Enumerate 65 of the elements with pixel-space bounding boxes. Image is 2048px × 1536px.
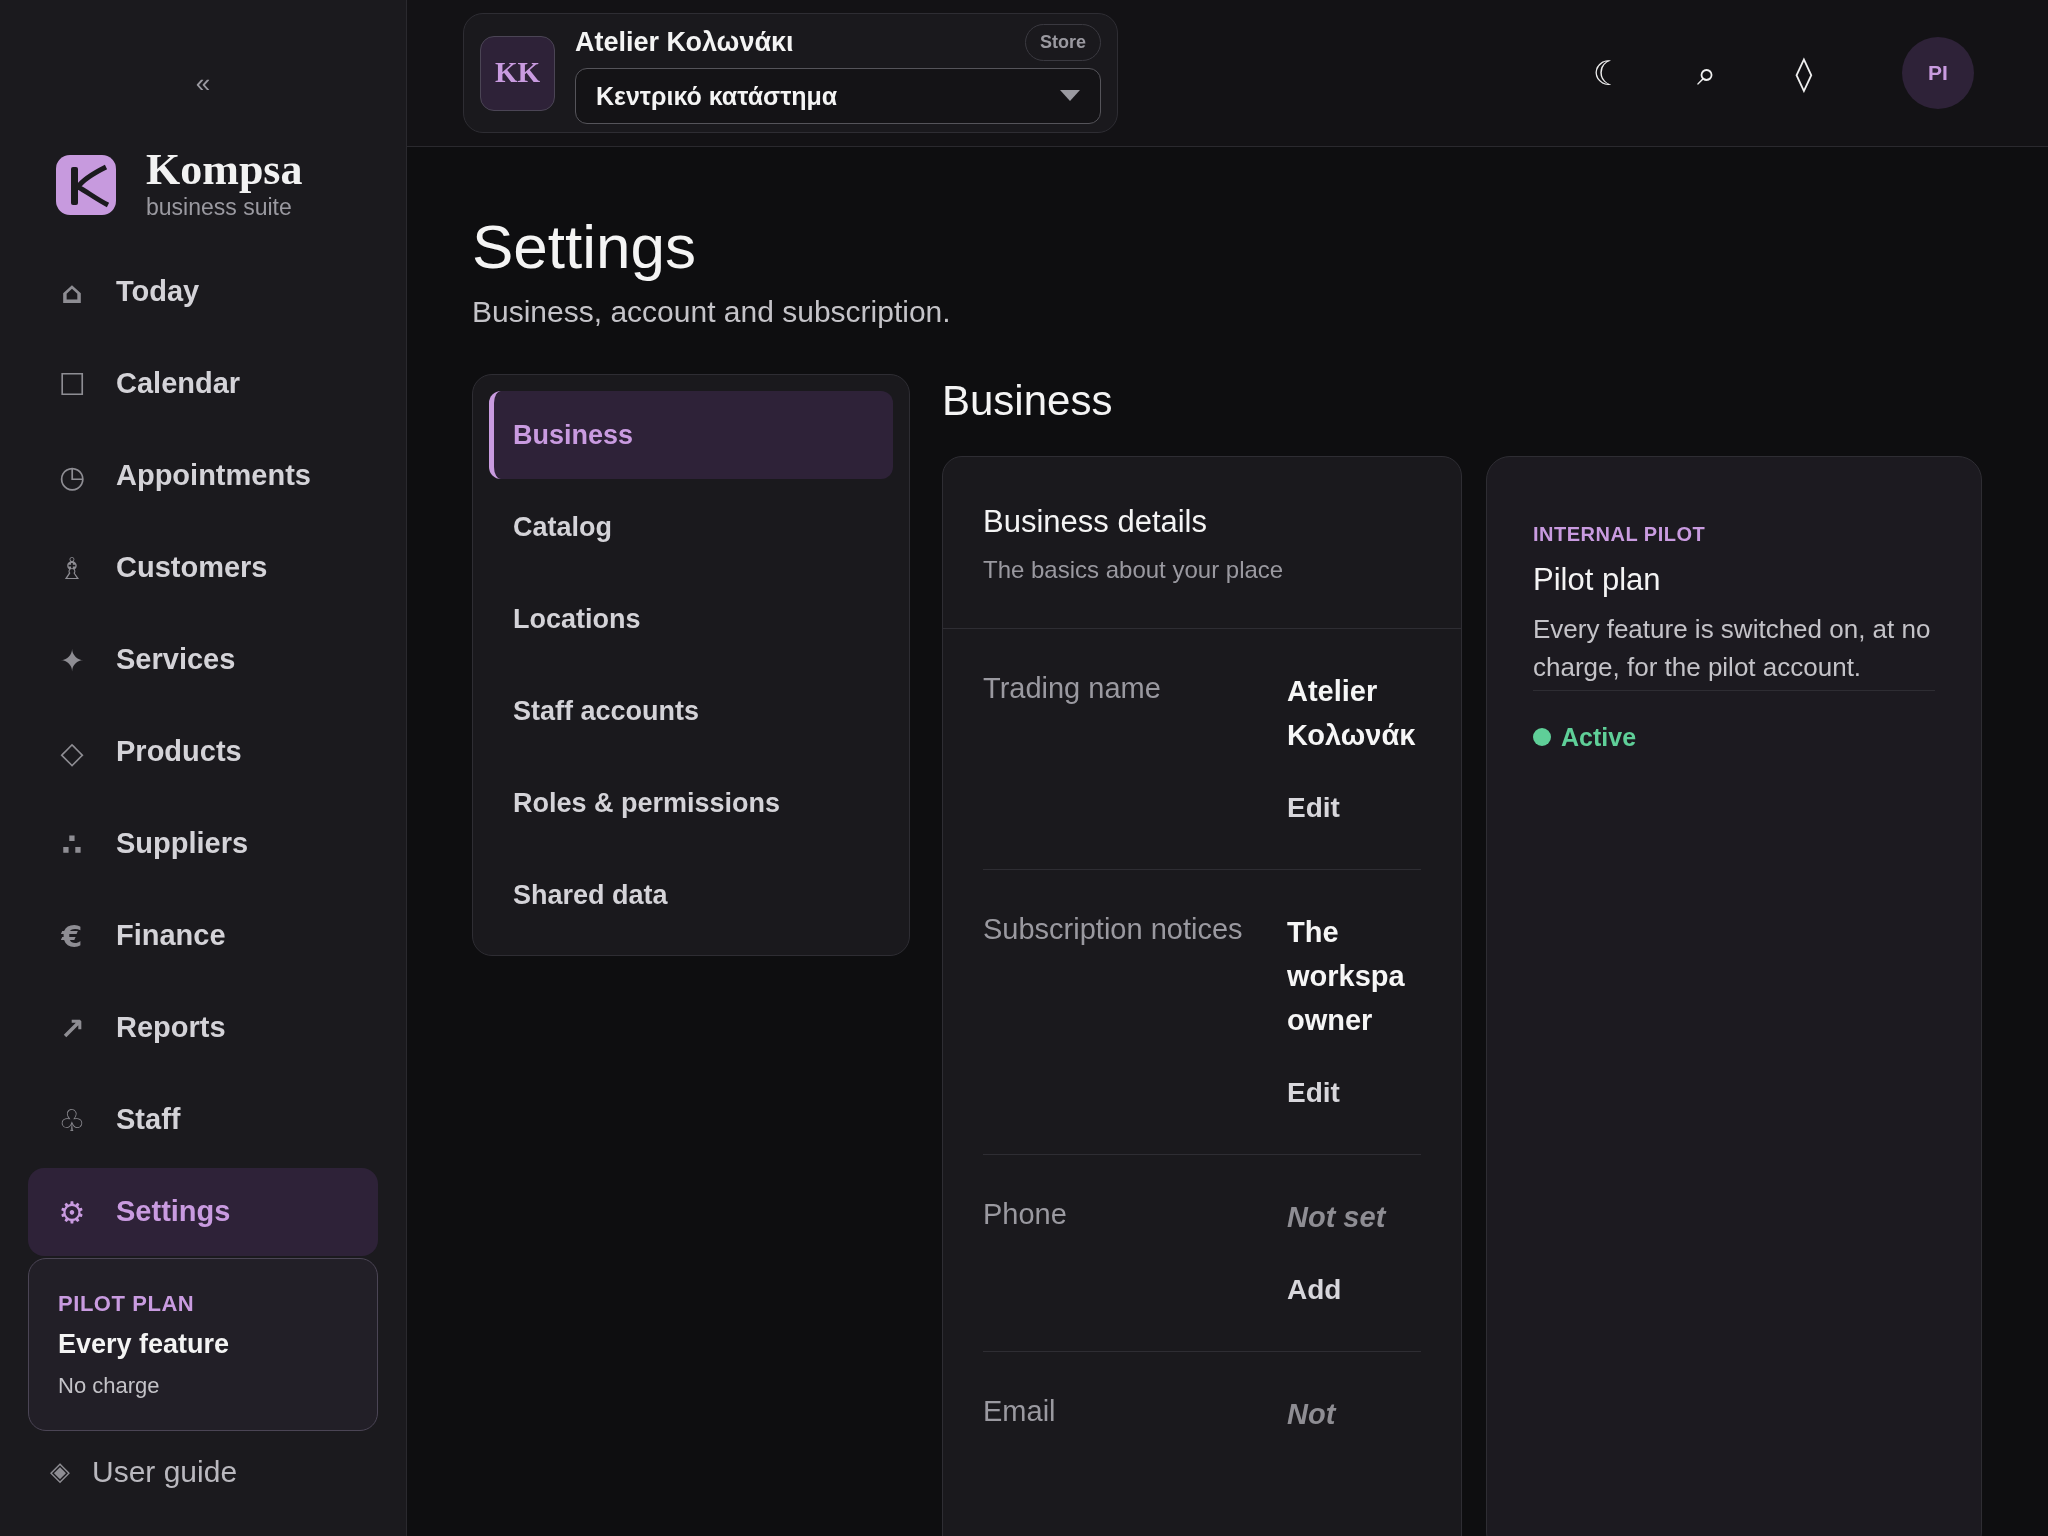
caret-icon <box>1060 90 1080 103</box>
nav-item[interactable]: ◷ Appointments <box>28 432 378 520</box>
field-label: Phone <box>983 1196 1068 1232</box>
nav-icon: ♧ <box>54 1097 90 1143</box>
search-button[interactable]: ⌕ <box>1686 47 1726 99</box>
plan-eyebrow: INTERNAL PILOT <box>1533 522 1707 547</box>
store-name: Atelier Κολωνάκι <box>575 25 794 59</box>
nav-item[interactable]: ♧ Staff <box>28 1076 378 1164</box>
nav-item[interactable]: ✦ Services <box>28 616 378 704</box>
nav-item[interactable]: ⌂ Today <box>28 248 378 336</box>
settings-tab[interactable]: Staff accounts <box>489 667 893 755</box>
section-title: Business <box>942 376 1114 426</box>
nav-icon: ☐ <box>54 361 90 407</box>
settings-tab[interactable]: Locations <box>489 575 893 663</box>
brand-tagline: business suite <box>146 193 293 222</box>
user-guide-link[interactable]: ◈ User guide <box>50 1448 378 1494</box>
plan-title: Pilot plan <box>1533 561 1662 599</box>
settings-tab[interactable]: Roles & permissions <box>489 759 893 847</box>
settings-tab[interactable]: Catalog <box>489 483 893 571</box>
status-label: Active <box>1561 721 1637 753</box>
nav-item[interactable]: ⚙ Settings <box>28 1168 378 1256</box>
plan-description: Every feature is switched on, at no charge, for the pilot account. <box>1533 609 1935 691</box>
nav-icon: ⚙ <box>54 1189 90 1235</box>
nav-icon: ✦ <box>54 637 90 683</box>
diamond-button[interactable]: ◊ <box>1784 47 1824 99</box>
plan-eyebrow: PILOT PLAN <box>58 1290 196 1318</box>
nav-icon: ↗ <box>54 1005 90 1051</box>
field-value: The workspa owner <box>1287 914 1406 1038</box>
card-subtitle: The basics about your place <box>983 554 1285 585</box>
nav-icon: ◇ <box>54 729 90 775</box>
guide-icon: ◈ <box>50 1451 70 1491</box>
page-title: Settings <box>472 211 698 283</box>
edit-button[interactable]: Add <box>1287 1268 1342 1311</box>
field-label: Email <box>983 1393 1057 1429</box>
location-select[interactable]: Κεντρικό κατάστημα <box>575 68 1101 125</box>
nav-item[interactable]: ↗ Reports <box>28 984 378 1072</box>
field-value: Not <box>1287 1396 1338 1432</box>
nav-item[interactable]: ∴ Suppliers <box>28 800 378 888</box>
settings-tab[interactable]: Business <box>489 391 893 479</box>
nav-icon: ⌂ <box>54 269 90 315</box>
nav-item[interactable]: ♗ Customers <box>28 524 378 612</box>
store-avatar: KK <box>480 35 555 111</box>
nav-icon: ♗ <box>54 545 90 591</box>
field-label: Subscription notices <box>983 911 1244 947</box>
nav-item[interactable]: ☐ Calendar <box>28 340 378 428</box>
nav-icon: ∴ <box>54 821 90 867</box>
nav-icon: € <box>54 913 90 959</box>
theme-toggle-button[interactable]: ☾ <box>1588 47 1628 99</box>
field-value: Atelier Κολωνάκ <box>1287 673 1417 753</box>
field-label: Trading name <box>983 670 1162 706</box>
nav-item[interactable]: € Finance <box>28 892 378 980</box>
collapse-button[interactable]: « <box>195 70 211 96</box>
plan-title: Every feature <box>58 1328 231 1361</box>
card-title: Business details <box>983 503 1208 541</box>
logo-icon <box>56 155 116 215</box>
page-subtitle: Business, account and subscription. <box>472 294 952 330</box>
edit-button[interactable]: Edit <box>1287 1071 1340 1114</box>
edit-button[interactable]: Edit <box>1287 786 1340 829</box>
brand-name: Kompsa <box>146 148 303 192</box>
settings-tab[interactable]: Shared data <box>489 851 893 939</box>
user-avatar[interactable]: PI <box>1902 37 1974 109</box>
nav-item[interactable]: ◇ Products <box>28 708 378 796</box>
field-value: Not set <box>1287 1199 1388 1235</box>
plan-note: No charge <box>58 1371 161 1400</box>
nav-icon: ◷ <box>54 453 90 499</box>
